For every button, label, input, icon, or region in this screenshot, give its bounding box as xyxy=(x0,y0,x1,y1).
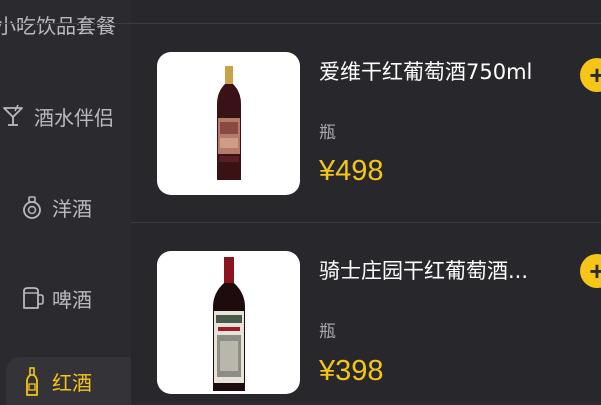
sidebar-item-label: 酒水伴侣 xyxy=(34,105,114,130)
product-title[interactable]: 骑士庄园干红葡萄酒... xyxy=(319,255,528,285)
plus-icon: + xyxy=(589,256,601,286)
red-wine-bottle-image xyxy=(217,66,241,180)
product-image[interactable] xyxy=(157,52,300,195)
sidebar-item-beer[interactable]: 啤酒 xyxy=(18,276,131,320)
product-price: ¥398 xyxy=(319,355,384,387)
liquor-bottle-icon xyxy=(18,193,46,221)
divider xyxy=(131,222,601,223)
product-unit: 瓶 xyxy=(319,322,336,342)
divider xyxy=(0,23,601,24)
sidebar-item-label: 洋酒 xyxy=(52,196,92,221)
sidebar-item-label: 红酒 xyxy=(52,370,92,395)
sidebar-item-label: 小吃饮品套餐 xyxy=(0,14,116,38)
product-title[interactable]: 爱维干红葡萄酒750ml xyxy=(319,56,532,86)
wine-bottle-icon xyxy=(18,367,46,396)
product-price: ¥498 xyxy=(319,155,384,187)
product-unit: 瓶 xyxy=(319,123,336,143)
cocktail-glass-icon xyxy=(0,102,28,130)
sidebar-item-snacks-drinks-combo[interactable]: 小吃饮品套餐 xyxy=(0,10,131,39)
sidebar-item-label: 啤酒 xyxy=(52,287,92,312)
sidebar-item-red-wine[interactable]: 红酒 xyxy=(6,357,131,405)
product-image[interactable] xyxy=(157,251,300,394)
sidebar-item-drink-companion[interactable]: 酒水伴侣 xyxy=(0,94,131,138)
plus-icon: + xyxy=(589,60,601,90)
sidebar-item-liquor[interactable]: 洋酒 xyxy=(18,185,131,229)
beer-mug-icon xyxy=(18,284,46,312)
red-wine-bottle-image xyxy=(213,257,245,391)
